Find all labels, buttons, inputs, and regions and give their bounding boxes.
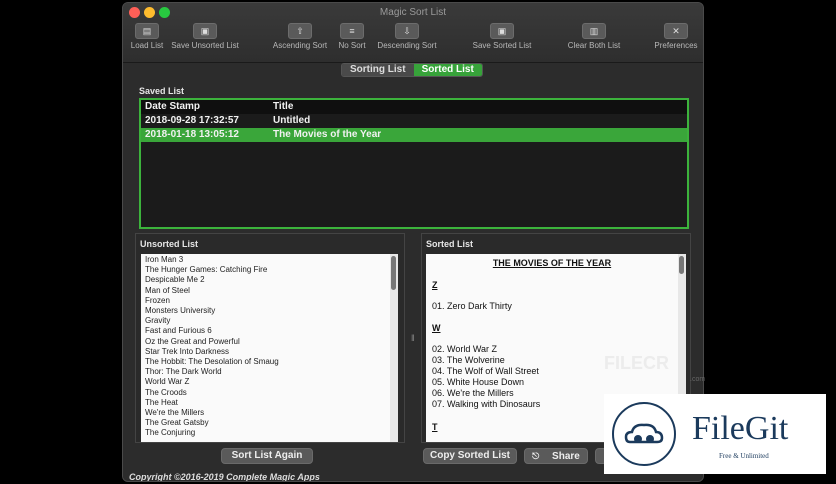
table-header: Date Stamp Title bbox=[141, 100, 687, 114]
column-header-date[interactable]: Date Stamp bbox=[145, 100, 273, 114]
row-title: Untitled bbox=[273, 115, 311, 126]
row-title: The Movies of the Year bbox=[273, 129, 382, 140]
list-item: Fast and Furious 6 bbox=[145, 326, 212, 336]
sort-list-again-button[interactable]: Sort List Again bbox=[221, 448, 313, 464]
descending-sort-button[interactable]: ⇩ Descending Sort bbox=[374, 23, 440, 57]
list-item: We're the Millers bbox=[145, 408, 205, 418]
sorted-heading: THE MOVIES OF THE YEAR bbox=[492, 258, 612, 268]
filegit-logo-subtext: Free & Unlimited bbox=[719, 452, 769, 460]
list-item: World War Z bbox=[145, 377, 190, 387]
copyright-text: Copyright ©2016-2019 Complete Magic Apps bbox=[129, 472, 320, 482]
row-date: 2018-01-18 13:05:12 bbox=[145, 129, 239, 140]
list-item: 01. Zero Dark Thirty bbox=[432, 301, 512, 311]
list-item: Despicable Me 2 bbox=[145, 275, 205, 285]
filegit-logo-text: FileGit bbox=[692, 410, 789, 447]
table-row[interactable]: 2018-09-28 17:32:57 Untitled bbox=[141, 114, 687, 128]
letter-heading-z: Z bbox=[432, 280, 438, 290]
save-icon: ▣ bbox=[193, 23, 217, 39]
column-header-title[interactable]: Title bbox=[273, 100, 293, 114]
sort-ascending-icon: ⇧ bbox=[288, 23, 312, 39]
list-item: Iron Man 3 bbox=[145, 255, 184, 264]
tools-icon: ✕ bbox=[664, 23, 688, 39]
list-item: Oz the Great and Powerful bbox=[145, 336, 240, 346]
share-icon: ⎋ bbox=[532, 451, 540, 461]
unsorted-list-panel: Unsorted List Iron Man 3 The Hunger Games… bbox=[135, 233, 405, 443]
list-item: Monsters University bbox=[145, 306, 216, 316]
filecr-watermark: FILECR bbox=[604, 353, 669, 373]
sorted-list-label: Sorted List bbox=[426, 239, 474, 249]
list-item: 05. White House Down bbox=[432, 377, 525, 387]
trash-icon: ▥ bbox=[582, 23, 606, 39]
list-item: Gravity bbox=[145, 316, 171, 326]
no-sort-button[interactable]: ≡ No Sort bbox=[335, 23, 369, 57]
letter-heading-w: W bbox=[432, 323, 441, 333]
filecr-watermark-sub: .com bbox=[690, 376, 706, 383]
clear-both-list-button[interactable]: ▥ Clear Both List bbox=[563, 23, 625, 57]
filegit-logo-icon bbox=[612, 402, 676, 466]
row-date: 2018-09-28 17:32:57 bbox=[145, 115, 239, 126]
list-item: The Conjuring bbox=[145, 428, 196, 438]
title-bar: Magic Sort List ▤ Load List ▣ Save Unsor… bbox=[123, 3, 703, 63]
filegit-logo-badge: FileGit Free & Unlimited bbox=[604, 394, 826, 474]
preferences-button[interactable]: ✕ Preferences bbox=[651, 23, 701, 57]
save-sorted-list-button[interactable]: ▣ Save Sorted List bbox=[469, 23, 535, 57]
split-divider-handle[interactable]: ‖ bbox=[411, 333, 415, 343]
list-item: The Hunger Games: Catching Fire bbox=[145, 265, 268, 275]
load-list-button[interactable]: ▤ Load List bbox=[127, 23, 167, 57]
list-icon: ≡ bbox=[340, 23, 364, 39]
save-unsorted-list-button[interactable]: ▣ Save Unsorted List bbox=[169, 23, 241, 57]
list-item: Thor: The Dark World bbox=[145, 367, 222, 377]
unsorted-list-label: Unsorted List bbox=[140, 239, 199, 249]
list-item: Star Trek Into Darkness bbox=[145, 346, 230, 356]
list-item: The Hobbit: The Desolation of Smaug bbox=[145, 357, 279, 367]
copy-sorted-list-button[interactable]: Copy Sorted List bbox=[423, 448, 517, 464]
window-title: Magic Sort List bbox=[379, 7, 447, 18]
list-item: The Croods bbox=[145, 387, 187, 397]
save-icon: ▣ bbox=[490, 23, 514, 39]
list-item: Frozen bbox=[145, 295, 170, 305]
view-segmented-control: Sorting List Sorted List bbox=[341, 63, 483, 77]
ascending-sort-button[interactable]: ⇧ Ascending Sort bbox=[269, 23, 331, 57]
document-icon: ▤ bbox=[135, 23, 159, 39]
list-item: The Great Gatsby bbox=[145, 418, 209, 428]
table-row-selected[interactable]: 2018-01-18 13:05:12 The Movies of the Ye… bbox=[141, 128, 687, 142]
share-button[interactable]: ⎋ Share bbox=[524, 448, 588, 464]
saved-list-table[interactable]: Date Stamp Title 2018-09-28 17:32:57 Unt… bbox=[139, 98, 689, 229]
sort-descending-icon: ⇩ bbox=[395, 23, 419, 39]
unsorted-scrollbar[interactable] bbox=[390, 254, 398, 442]
list-item: Man of Steel bbox=[145, 285, 190, 295]
list-item: The Heat bbox=[145, 397, 178, 407]
tab-sorted-list[interactable]: Sorted List bbox=[413, 64, 482, 76]
unsorted-list-textarea[interactable]: Iron Man 3 The Hunger Games: Catching Fir… bbox=[141, 254, 390, 442]
tab-sorting-list[interactable]: Sorting List bbox=[342, 64, 414, 76]
saved-list-label: Saved List bbox=[139, 86, 185, 96]
